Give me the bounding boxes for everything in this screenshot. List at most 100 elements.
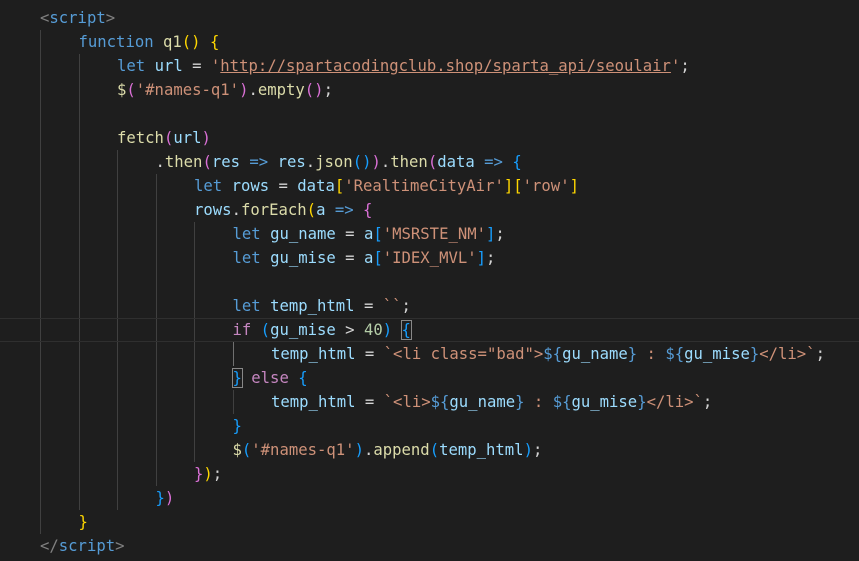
code-token: ${ [552,393,572,411]
code-line[interactable]: } [0,414,859,438]
code-token: ) [382,321,393,339]
code-line[interactable]: $('#names-q1').append(temp_html); [0,438,859,462]
code-line[interactable] [0,102,859,126]
code-token: } [515,393,525,411]
code-token: () [352,153,372,171]
code-token: ) [164,489,175,507]
code-line[interactable]: let rows = data['RealtimeCityAir']['row'… [0,174,859,198]
code-token: 'RealtimeCityAir' [344,177,504,195]
code-line[interactable]: .then(res => res.json()).then(data => { [0,150,859,174]
code-text: let temp_html = ``; [233,294,411,318]
code-token: ; [815,345,825,363]
code-token: => [249,153,269,171]
code-token: $ [232,441,242,459]
code-token: } [627,345,638,363]
code-token: temp_html [270,297,355,315]
code-token: res [277,153,306,171]
code-token: empty [257,81,305,99]
code-text: }); [194,462,222,486]
code-token: ${ [430,393,450,411]
code-token: a [363,249,374,267]
code-token: then [164,153,203,171]
code-token: script [58,537,116,555]
code-token: } [231,368,243,388]
code-token: append [373,441,430,459]
code-token: . [305,153,316,171]
code-token: () [181,33,201,51]
code-token: temp_html [271,345,356,363]
code-editor[interactable]: <script> function q1() {let url = 'http:/… [0,0,859,561]
code-token: ] [569,177,579,195]
code-line[interactable]: let gu_mise = a['IDEX_MVL']; [0,246,859,270]
code-text: }) [156,486,175,510]
code-token: = [335,249,364,267]
code-token: => [334,201,354,219]
code-token: ) [201,129,211,147]
code-line[interactable]: function q1() { [0,30,859,54]
code-token: </li>` [646,393,703,411]
code-line[interactable] [0,270,859,294]
code-token: ] [486,225,496,243]
code-line[interactable]: let temp_html = ``; [0,294,859,318]
code-token: ' [670,57,681,75]
code-token: rows [231,177,270,195]
code-line[interactable]: }); [0,462,859,486]
code-token: ) [523,441,533,459]
code-text: rows.forEach(a => { [194,198,372,222]
code-line[interactable]: } [0,510,859,534]
code-token: gu_name [270,225,336,243]
code-token: ( [306,201,317,219]
code-text: fetch(url) [117,126,211,150]
code-token: = [354,297,383,315]
code-token: data [437,153,475,171]
code-token: } [232,417,242,435]
code-line[interactable]: fetch(url) [0,126,859,150]
code-token: ] [503,177,514,195]
code-token: ) [371,153,381,171]
code-line[interactable]: if (gu_mise > 40) { [0,318,859,342]
code-token: 'IDEX_MVL' [382,249,477,267]
code-token: ; [702,393,713,411]
code-token: if [232,321,252,339]
code-line[interactable]: temp_html = `<li class="bad">${gu_name} … [0,342,859,366]
code-token: { [209,33,220,51]
code-token: > [115,537,125,555]
code-line[interactable]: rows.forEach(a => { [0,198,859,222]
code-token: = [335,225,364,243]
code-line[interactable]: let gu_name = a['MSRSTE_NM']; [0,222,859,246]
code-token: `` [382,297,402,315]
code-token: a [363,225,374,243]
code-token: ] [476,249,487,267]
code-token: : [524,393,553,411]
code-token: url [173,129,202,147]
code-token: ; [212,465,223,483]
code-token: 'MSRSTE_NM' [382,225,487,243]
code-token: . [363,441,374,459]
code-token: : [637,345,666,363]
code-line[interactable]: $('#names-q1').empty(); [0,78,859,102]
code-line[interactable]: }) [0,486,859,510]
code-line[interactable]: } else { [0,366,859,390]
code-token: let [117,57,146,75]
code-line[interactable]: let url = 'http://spartacodingclub.shop/… [0,54,859,78]
code-line[interactable]: </script> [0,534,859,558]
code-token: http://spartacodingclub.shop/sparta_api/… [220,57,671,75]
code-line[interactable]: temp_html = `<li>${gu_name} : ${gu_mise}… [0,390,859,414]
code-token: 'row' [522,177,570,195]
code-token: . [248,81,258,99]
code-token: gu_mise [270,249,336,267]
code-text: <script> [40,6,115,30]
code-token: = [269,177,298,195]
code-token: = [355,345,384,363]
code-token: </ [40,537,59,555]
code-token: ) [354,441,364,459]
code-token: ; [680,57,690,75]
code-line[interactable]: <script> [0,6,859,30]
